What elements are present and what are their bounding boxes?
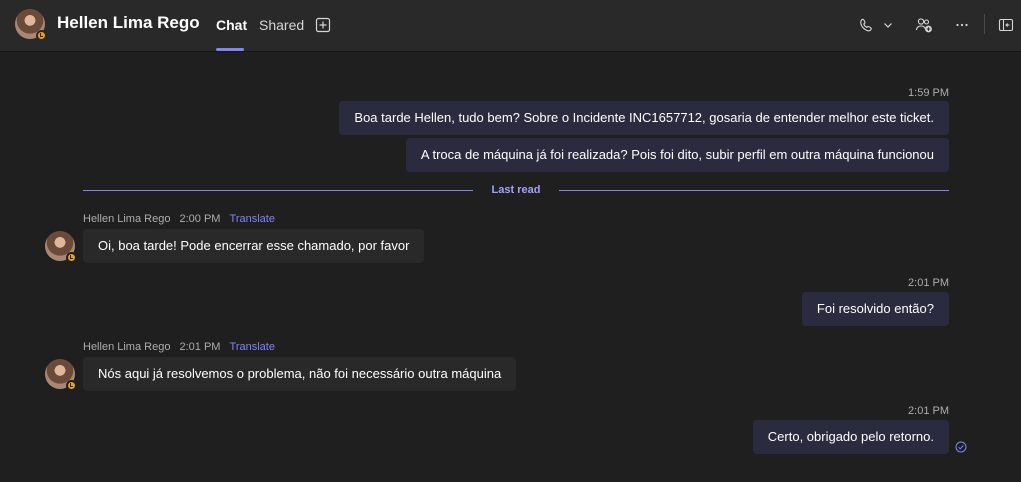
outgoing-message[interactable]: Boa tarde Hellen, tudo bem? Sobre o Inci… bbox=[339, 101, 949, 135]
status-away-icon bbox=[66, 252, 77, 263]
seen-check-icon bbox=[955, 441, 967, 453]
message-timestamp: 2:01 PM bbox=[179, 341, 221, 353]
sender-name: Hellen Lima Rego bbox=[83, 341, 171, 353]
message-timestamp: 2:01 PM bbox=[908, 405, 949, 417]
status-away-icon bbox=[36, 30, 47, 41]
more-options-icon[interactable] bbox=[950, 13, 974, 37]
phone-icon[interactable] bbox=[854, 13, 878, 37]
incoming-message[interactable]: Nós aqui já resolvemos o problema, não f… bbox=[83, 357, 517, 391]
outgoing-message[interactable]: A troca de máquina já foi realizada? Poi… bbox=[405, 138, 949, 172]
sender-avatar[interactable] bbox=[45, 231, 77, 263]
tab-chat[interactable]: Chat bbox=[216, 17, 247, 33]
pop-out-icon[interactable] bbox=[994, 13, 1018, 37]
chat-header: Hellen Lima Rego Chat Shared bbox=[0, 0, 1021, 52]
message-timestamp: 2:01 PM bbox=[908, 277, 949, 289]
add-tab-icon[interactable] bbox=[311, 13, 335, 37]
last-read-label: Last read bbox=[491, 184, 541, 196]
last-read-divider-right bbox=[559, 190, 949, 191]
outgoing-message[interactable]: Foi resolvido então? bbox=[801, 292, 949, 326]
message-timestamp: 1:59 PM bbox=[908, 87, 949, 99]
sender-avatar[interactable] bbox=[45, 359, 77, 391]
message-meta: Hellen Lima Rego 2:01 PM Translate bbox=[83, 341, 275, 353]
translate-link[interactable]: Translate bbox=[230, 213, 275, 225]
outgoing-message[interactable]: Certo, obrigado pelo retorno. bbox=[752, 420, 949, 454]
chevron-down-icon[interactable] bbox=[876, 13, 900, 37]
status-away-icon bbox=[66, 380, 77, 391]
translate-link[interactable]: Translate bbox=[230, 341, 275, 353]
last-read-divider-left bbox=[83, 190, 473, 191]
header-divider bbox=[984, 14, 985, 34]
tab-shared[interactable]: Shared bbox=[259, 17, 304, 33]
active-tab-indicator bbox=[216, 48, 244, 51]
message-timestamp: 2:00 PM bbox=[179, 213, 221, 225]
contact-name[interactable]: Hellen Lima Rego bbox=[57, 13, 200, 33]
contact-avatar[interactable] bbox=[15, 9, 47, 41]
sender-name: Hellen Lima Rego bbox=[83, 213, 171, 225]
incoming-message[interactable]: Oi, boa tarde! Pode encerrar esse chamad… bbox=[83, 229, 425, 263]
message-meta: Hellen Lima Rego 2:00 PM Translate bbox=[83, 213, 275, 225]
add-people-icon[interactable] bbox=[912, 13, 936, 37]
